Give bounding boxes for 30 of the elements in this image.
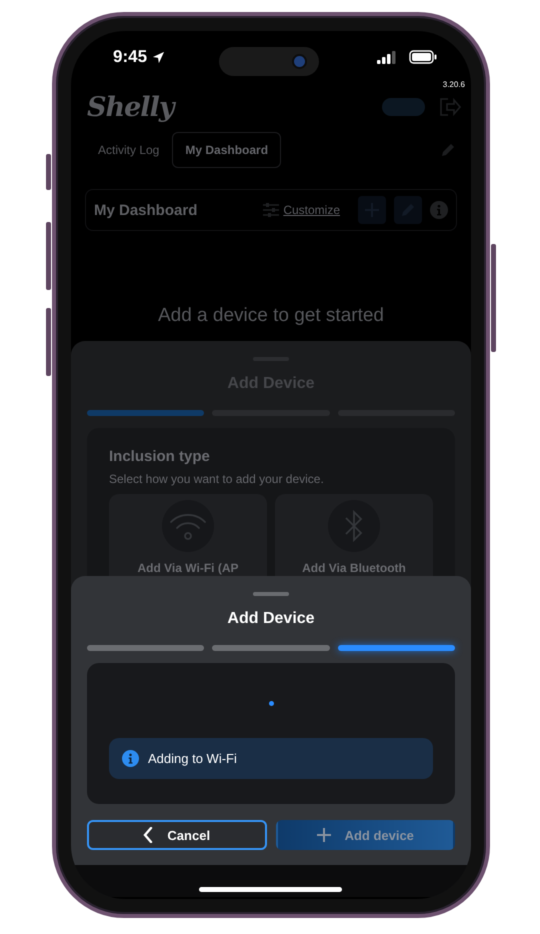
edit-icon[interactable]	[439, 141, 457, 159]
plus-icon	[316, 828, 331, 842]
camera-icon	[294, 56, 305, 67]
info-message: Adding to Wi-Fi	[148, 751, 237, 766]
customize-link[interactable]: Customize	[263, 203, 340, 217]
add-button[interactable]	[358, 196, 386, 224]
loading-dot	[268, 701, 274, 706]
version-label: 3.20.6	[442, 80, 465, 89]
chevron-left-icon	[143, 827, 154, 843]
tab[interactable]: Activity Log	[85, 132, 172, 168]
card-heading: Inclusion type	[109, 448, 211, 465]
info-icon	[430, 201, 448, 219]
logout-icon[interactable]	[439, 97, 461, 117]
dashboard-title: My Dashboard	[94, 202, 198, 218]
status-badge	[382, 98, 425, 116]
drag-handle[interactable]	[253, 592, 289, 596]
bluetooth-icon	[343, 509, 365, 543]
cancel-button[interactable]: Cancel	[87, 820, 266, 850]
signal-icon	[377, 50, 397, 64]
info-icon	[122, 750, 139, 767]
app-logo: Shelly	[87, 92, 174, 122]
home-indicator[interactable]	[199, 887, 342, 892]
clock-time: 9:45	[113, 47, 148, 67]
card-subtitle: Select how you want to add your device.	[109, 472, 325, 486]
sliders-icon	[263, 203, 280, 217]
tab[interactable]: My Dashboard	[172, 132, 282, 168]
location-arrow-icon	[152, 50, 166, 64]
edit-button[interactable]	[394, 196, 422, 224]
empty-message: Add a device to get started	[156, 305, 386, 327]
battery-icon	[409, 50, 437, 64]
